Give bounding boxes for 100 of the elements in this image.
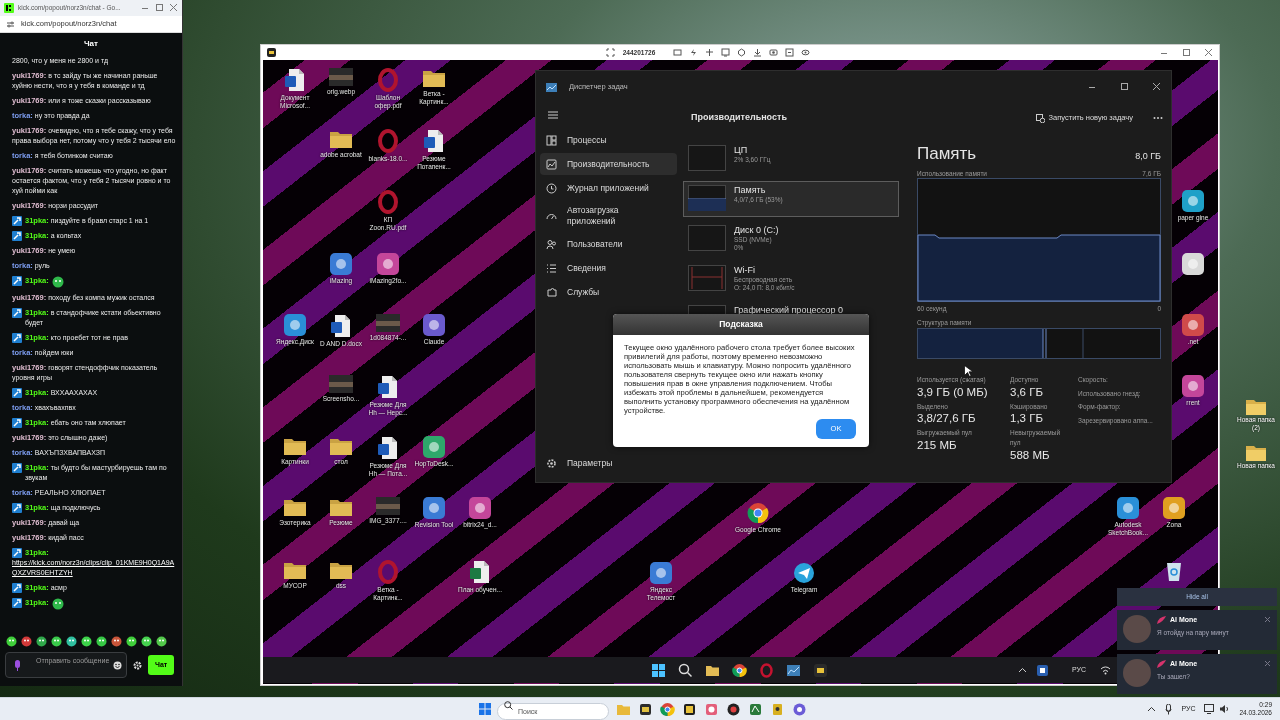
image-thumbnail[interactable]	[376, 497, 400, 515]
eye-icon[interactable]	[801, 48, 811, 57]
document-icon[interactable]	[330, 314, 352, 338]
app-icon[interactable]	[1182, 190, 1204, 212]
language-bar-icon[interactable]	[1037, 664, 1048, 676]
folder-icon[interactable]	[1245, 398, 1267, 416]
image-thumbnail[interactable]	[376, 314, 400, 332]
app-icon[interactable]	[650, 562, 672, 584]
maximize-icon[interactable]	[1181, 47, 1191, 58]
app-icon[interactable]	[469, 497, 491, 519]
chat-icon[interactable]	[673, 48, 683, 57]
paper-plane-icon[interactable]	[793, 562, 815, 584]
spreadsheet-icon[interactable]	[469, 560, 491, 584]
folder-icon[interactable]	[283, 436, 307, 456]
emote-icon[interactable]	[141, 636, 152, 647]
ring-icon[interactable]	[377, 560, 399, 584]
app-icon[interactable]	[1182, 253, 1204, 275]
app-icon[interactable]	[377, 253, 399, 275]
hexagon-icon[interactable]	[737, 48, 747, 57]
emote-icon[interactable]	[21, 636, 32, 647]
app-icon[interactable]	[1182, 375, 1204, 397]
browser-icon[interactable]	[732, 662, 747, 678]
ring-icon[interactable]	[377, 68, 399, 92]
download-icon[interactable]	[753, 48, 763, 57]
folder-icon[interactable]	[1245, 444, 1267, 462]
app-icon[interactable]	[682, 701, 697, 717]
nav-item[interactable]: Автозагрузка приложений	[540, 201, 677, 231]
folder-icon[interactable]	[329, 497, 353, 517]
folder-icon[interactable]	[329, 129, 353, 149]
close-icon[interactable]	[1264, 659, 1271, 667]
folder-icon[interactable]	[329, 560, 353, 580]
emote-icon[interactable]	[126, 636, 137, 647]
image-thumbnail[interactable]	[329, 375, 353, 393]
more-icon[interactable]	[1153, 116, 1163, 120]
app-icon[interactable]	[813, 662, 828, 678]
maximize-icon[interactable]	[154, 3, 164, 13]
emote-icon[interactable]	[66, 636, 77, 647]
plus-icon[interactable]	[705, 48, 715, 57]
app-icon[interactable]	[423, 436, 445, 458]
app-icon[interactable]	[284, 314, 306, 336]
app-icon[interactable]	[1117, 497, 1139, 519]
wifi-icon[interactable]	[1100, 665, 1112, 675]
nav-item[interactable]: Пользователи	[540, 233, 677, 255]
close-icon[interactable]	[1151, 82, 1161, 92]
nav-item[interactable]: Журнал приложений	[540, 177, 677, 199]
emote-icon[interactable]	[6, 636, 17, 647]
emote-icon[interactable]	[51, 636, 62, 647]
folder-icon[interactable]	[283, 497, 307, 517]
app-icon[interactable]	[330, 253, 352, 275]
search-icon[interactable]	[678, 662, 693, 678]
speaker-icon[interactable]	[1219, 704, 1230, 714]
fullscreen-icon[interactable]	[605, 48, 615, 57]
ring-icon[interactable]	[377, 190, 399, 214]
document-icon[interactable]	[377, 436, 399, 460]
folder-icon[interactable]	[422, 68, 446, 88]
site-settings-icon[interactable]	[6, 19, 15, 29]
chevron-icon[interactable]	[1147, 706, 1157, 712]
close-icon[interactable]	[1264, 615, 1271, 623]
close-icon[interactable]	[1203, 47, 1213, 58]
app-icon[interactable]	[726, 701, 741, 717]
camera-icon[interactable]	[769, 48, 779, 57]
app-icon[interactable]	[423, 497, 445, 519]
folder-icon[interactable]	[329, 436, 353, 456]
nav-item[interactable]: Процессы	[540, 129, 677, 151]
image-thumbnail[interactable]	[329, 68, 353, 86]
close-icon[interactable]	[168, 3, 178, 13]
emote-icon[interactable]	[36, 636, 47, 647]
settings-item[interactable]: Параметры	[540, 452, 677, 474]
ring-icon[interactable]	[759, 662, 774, 678]
emoji-icon[interactable]	[113, 661, 122, 670]
emote-icon[interactable]	[156, 636, 167, 647]
monitor-icon[interactable]	[1204, 704, 1217, 714]
start-icon[interactable]	[478, 702, 492, 716]
emote-icon[interactable]	[96, 636, 107, 647]
menu-icon[interactable]	[548, 111, 558, 119]
start-icon[interactable]	[651, 662, 666, 678]
maximize-icon[interactable]	[1119, 82, 1129, 92]
lightning-icon[interactable]	[689, 48, 699, 57]
nav-item[interactable]: Производительность	[540, 153, 677, 175]
nav-item[interactable]: Службы	[540, 281, 677, 303]
recycle-bin-icon[interactable]	[1165, 560, 1183, 582]
emote-icon[interactable]	[81, 636, 92, 647]
app-icon[interactable]	[1163, 497, 1185, 519]
document-icon[interactable]	[423, 129, 445, 153]
chart-icon[interactable]	[786, 662, 801, 678]
app-icon[interactable]	[1182, 314, 1204, 336]
app-icon[interactable]	[423, 314, 445, 336]
app-icon[interactable]	[638, 701, 653, 717]
folder-icon[interactable]	[283, 560, 307, 580]
emote-icon[interactable]	[111, 636, 122, 647]
document-icon[interactable]	[284, 68, 306, 92]
settings-icon[interactable]	[133, 660, 142, 670]
ring-icon[interactable]	[377, 129, 399, 153]
browser-icon[interactable]	[747, 502, 769, 524]
nav-item[interactable]: Сведения	[540, 257, 677, 279]
history-icon	[546, 182, 557, 194]
document-icon[interactable]	[377, 375, 399, 399]
microphone-icon[interactable]	[1165, 703, 1173, 715]
app-icon[interactable]	[770, 701, 785, 717]
window-icon[interactable]	[785, 48, 795, 57]
